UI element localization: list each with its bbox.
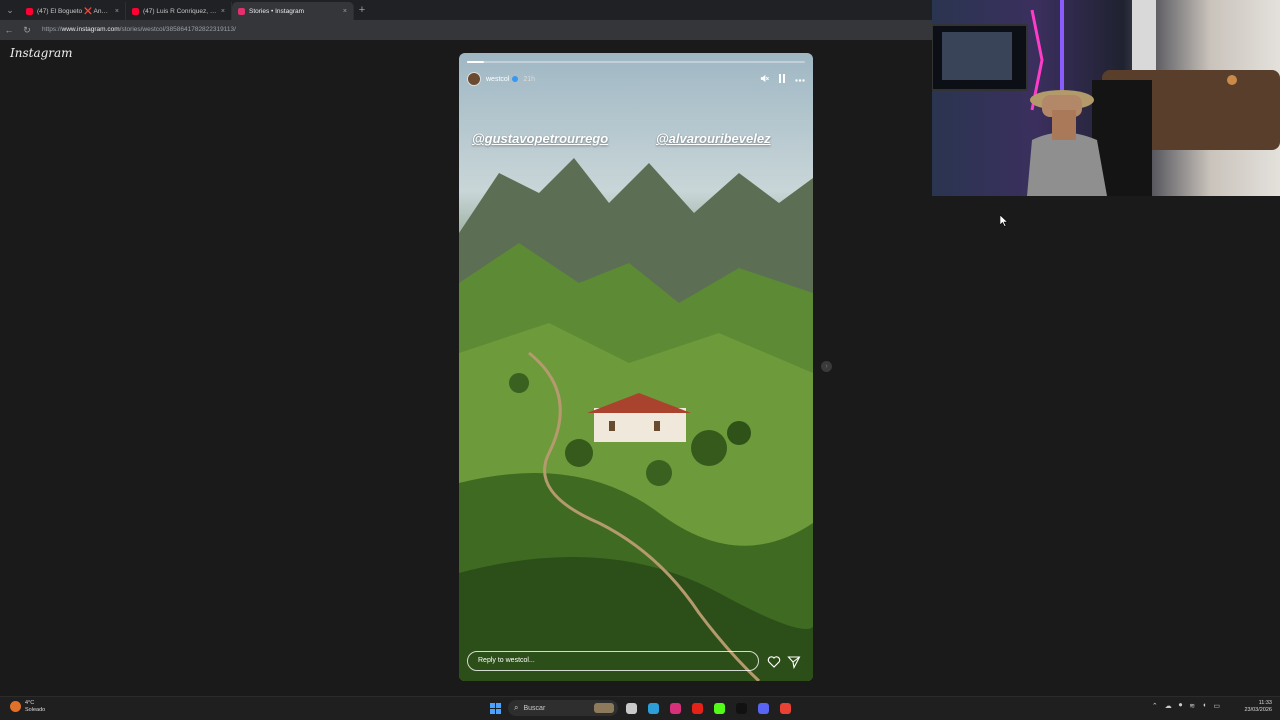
chevron-up-icon[interactable]: ⌃ bbox=[1152, 702, 1158, 710]
taskbar-clock[interactable]: 11:33 23/03/2026 bbox=[1244, 700, 1272, 714]
pause-icon[interactable] bbox=[778, 73, 786, 85]
clock-date: 23/03/2026 bbox=[1244, 707, 1272, 713]
share-send-icon[interactable] bbox=[787, 655, 801, 670]
volume-icon[interactable]: ◖ bbox=[1202, 702, 1206, 710]
mute-icon[interactable] bbox=[760, 74, 769, 85]
close-icon[interactable]: × bbox=[343, 8, 347, 15]
browser-tab-3[interactable]: Stories • Instagram × bbox=[232, 2, 354, 20]
weather-desc: Soleado bbox=[25, 706, 46, 713]
search-highlight-image bbox=[594, 703, 614, 713]
instagram-icon[interactable] bbox=[670, 703, 681, 714]
chrome-icon[interactable] bbox=[780, 703, 791, 714]
back-arrow-icon[interactable]: ← bbox=[0, 25, 18, 35]
browser-tab-bar: ⌄ (47) El Bogueto ❌ Anuel AA ❌ Y × (47) … bbox=[0, 0, 932, 20]
wifi-icon[interactable]: ≋ bbox=[1189, 702, 1195, 710]
battery-icon[interactable]: ▭ bbox=[1213, 702, 1220, 710]
youtube-icon[interactable] bbox=[692, 703, 703, 714]
url-field[interactable]: https://www.instagram.com/stories/westco… bbox=[42, 23, 236, 37]
search-icon: ⌕ bbox=[514, 703, 519, 712]
webcam-feed-image bbox=[932, 0, 1280, 196]
edge-icon[interactable] bbox=[648, 703, 659, 714]
avatar[interactable] bbox=[467, 72, 481, 86]
reload-icon[interactable]: ↻ bbox=[18, 25, 36, 36]
kick-icon[interactable] bbox=[714, 703, 725, 714]
address-bar: ← ↻ https://www.instagram.com/stories/we… bbox=[0, 20, 932, 40]
discord-icon[interactable] bbox=[758, 703, 769, 714]
instagram-favicon-icon bbox=[238, 7, 245, 15]
url-path: /stories/westcol/3858641782822319113/ bbox=[119, 26, 236, 33]
mention-link-petro[interactable]: @gustavopetrourrego bbox=[472, 131, 608, 146]
system-tray: ⌃ ☁ ⏺ ≋ ◖ ▭ bbox=[1152, 702, 1220, 710]
next-story-arrow-icon[interactable]: › bbox=[821, 361, 832, 372]
microphone-icon[interactable]: ⏺ bbox=[1179, 702, 1183, 710]
new-tab-button[interactable]: + bbox=[354, 4, 370, 16]
more-options-icon[interactable] bbox=[795, 75, 805, 84]
story-viewer[interactable]: westcol 21h @gustavopetrourrego @alvarou… bbox=[459, 53, 813, 681]
url-host: www.instagram.com bbox=[61, 26, 120, 33]
youtube-favicon-icon bbox=[132, 7, 139, 15]
mention-link-uribe[interactable]: @alvarouribevelez bbox=[656, 131, 771, 146]
tiktok-icon[interactable] bbox=[736, 703, 747, 714]
story-time: 21h bbox=[523, 75, 536, 83]
youtube-favicon-icon bbox=[26, 7, 33, 15]
instagram-logo[interactable]: Instagram bbox=[10, 46, 73, 60]
search-label: Buscar bbox=[523, 704, 546, 712]
url-prefix: https:// bbox=[42, 26, 62, 33]
browser-tab-2[interactable]: (47) Luis R Conriquez, @NetonVe × bbox=[126, 2, 232, 20]
weather-widget[interactable]: 4°C Soleado bbox=[10, 700, 45, 713]
story-landscape-image bbox=[459, 53, 813, 681]
sun-weather-icon bbox=[10, 701, 21, 712]
close-icon[interactable]: × bbox=[115, 8, 119, 15]
tab-search-menu-icon[interactable]: ⌄ bbox=[0, 0, 20, 20]
webcam-overlay bbox=[932, 0, 1280, 196]
browser-tab-1[interactable]: (47) El Bogueto ❌ Anuel AA ❌ Y × bbox=[20, 2, 126, 20]
tab-title: (47) Luis R Conriquez, @NetonVe bbox=[143, 7, 217, 15]
windows-taskbar: 4°C Soleado ⌕ Buscar ⌃ ☁ ⏺ ≋ ◖ ▭ 11:33 2… bbox=[0, 696, 1280, 720]
story-username[interactable]: westcol bbox=[486, 76, 509, 83]
cloud-icon[interactable]: ☁ bbox=[1165, 702, 1172, 710]
mouse-cursor-icon bbox=[999, 214, 1009, 232]
story-header: westcol 21h bbox=[467, 71, 805, 87]
close-icon[interactable]: × bbox=[221, 8, 225, 15]
tab-title: (47) El Bogueto ❌ Anuel AA ❌ Y bbox=[37, 8, 111, 15]
clock-time: 11:33 bbox=[1258, 700, 1272, 706]
file-explorer-icon[interactable] bbox=[626, 703, 637, 714]
story-progress-fill bbox=[467, 61, 484, 63]
windows-start-icon[interactable] bbox=[490, 703, 501, 714]
reply-input[interactable]: Reply to westcol... bbox=[467, 651, 759, 671]
verified-badge-icon bbox=[512, 76, 519, 82]
story-progress-bar bbox=[467, 61, 805, 63]
like-heart-icon[interactable] bbox=[767, 655, 781, 669]
taskbar-search-box[interactable]: ⌕ Buscar bbox=[508, 700, 618, 716]
tab-title: Stories • Instagram bbox=[249, 7, 305, 15]
